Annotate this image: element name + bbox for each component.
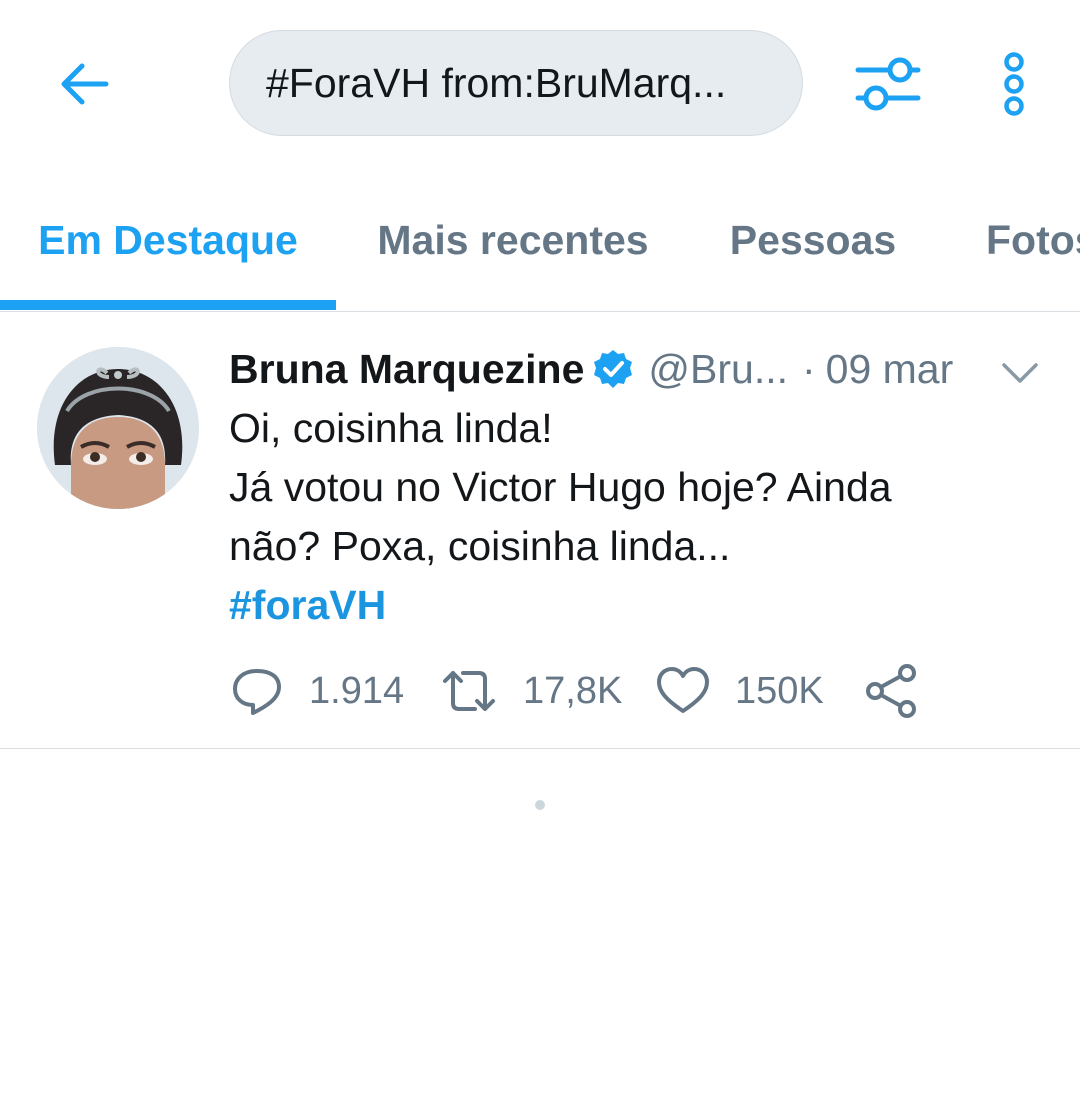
verified-badge-icon [592,348,634,390]
sliders-icon [855,57,921,111]
like-button[interactable]: 150K [655,656,824,726]
hashtag-link[interactable]: #foraVH [229,576,1029,635]
tweet-text-line: Oi, coisinha linda! [229,405,553,451]
search-input[interactable]: #ForaVH from:BruMarq... [229,30,803,136]
tweet-header: Bruna Marquezine @Bru... · 09 mar [229,341,1059,397]
heart-icon [657,667,709,713]
retweet-count: 17,8K [523,669,623,712]
loading-indicator [535,800,545,810]
tweet-actions: 1.914 17,8K 150K [229,656,989,726]
author-handle[interactable]: @Bru... [648,346,788,393]
reply-count: 1.914 [309,669,405,712]
tab-em-destaque[interactable]: Em Destaque [0,170,336,311]
tweet-date[interactable]: 09 mar [826,346,954,393]
back-button[interactable] [52,52,116,116]
top-bar: #ForaVH from:BruMarq... [0,0,1080,170]
active-tab-indicator [0,300,336,310]
reply-button[interactable]: 1.914 [229,656,404,726]
retweet-icon [443,671,495,711]
chevron-down-icon[interactable] [1000,353,1040,389]
tab-pessoas[interactable]: Pessoas [690,170,936,311]
tweet-text-line: não? Poxa, coisinha linda... [229,523,731,569]
meta-separator: · [802,345,816,392]
author-name[interactable]: Bruna Marquezine [229,346,584,393]
more-vertical-icon [1004,52,1024,116]
tab-mais-recentes[interactable]: Mais recentes [336,170,690,311]
share-icon [866,664,916,718]
tweet-text: Oi, coisinha linda! Já votou no Victor H… [229,399,1029,635]
retweet-button[interactable]: 17,8K [439,656,622,726]
tweet[interactable]: Bruna Marquezine @Bru... · 09 mar Oi, co… [0,311,1080,749]
more-options-button[interactable] [984,44,1044,124]
like-count: 150K [735,669,824,712]
search-filter-button[interactable] [848,48,928,120]
profile-photo [37,347,199,509]
search-tabs: Em Destaque Mais recentes Pessoas Fotos [0,170,1080,312]
share-button[interactable] [863,656,919,726]
arrow-left-icon [61,63,109,105]
tweet-text-line: Já votou no Victor Hugo hoje? Ainda [229,464,892,510]
search-query: #ForaVH from:BruMarq... [266,62,727,104]
avatar[interactable] [37,347,199,509]
reply-icon [233,669,281,715]
tab-fotos[interactable]: Fotos [986,170,1080,311]
